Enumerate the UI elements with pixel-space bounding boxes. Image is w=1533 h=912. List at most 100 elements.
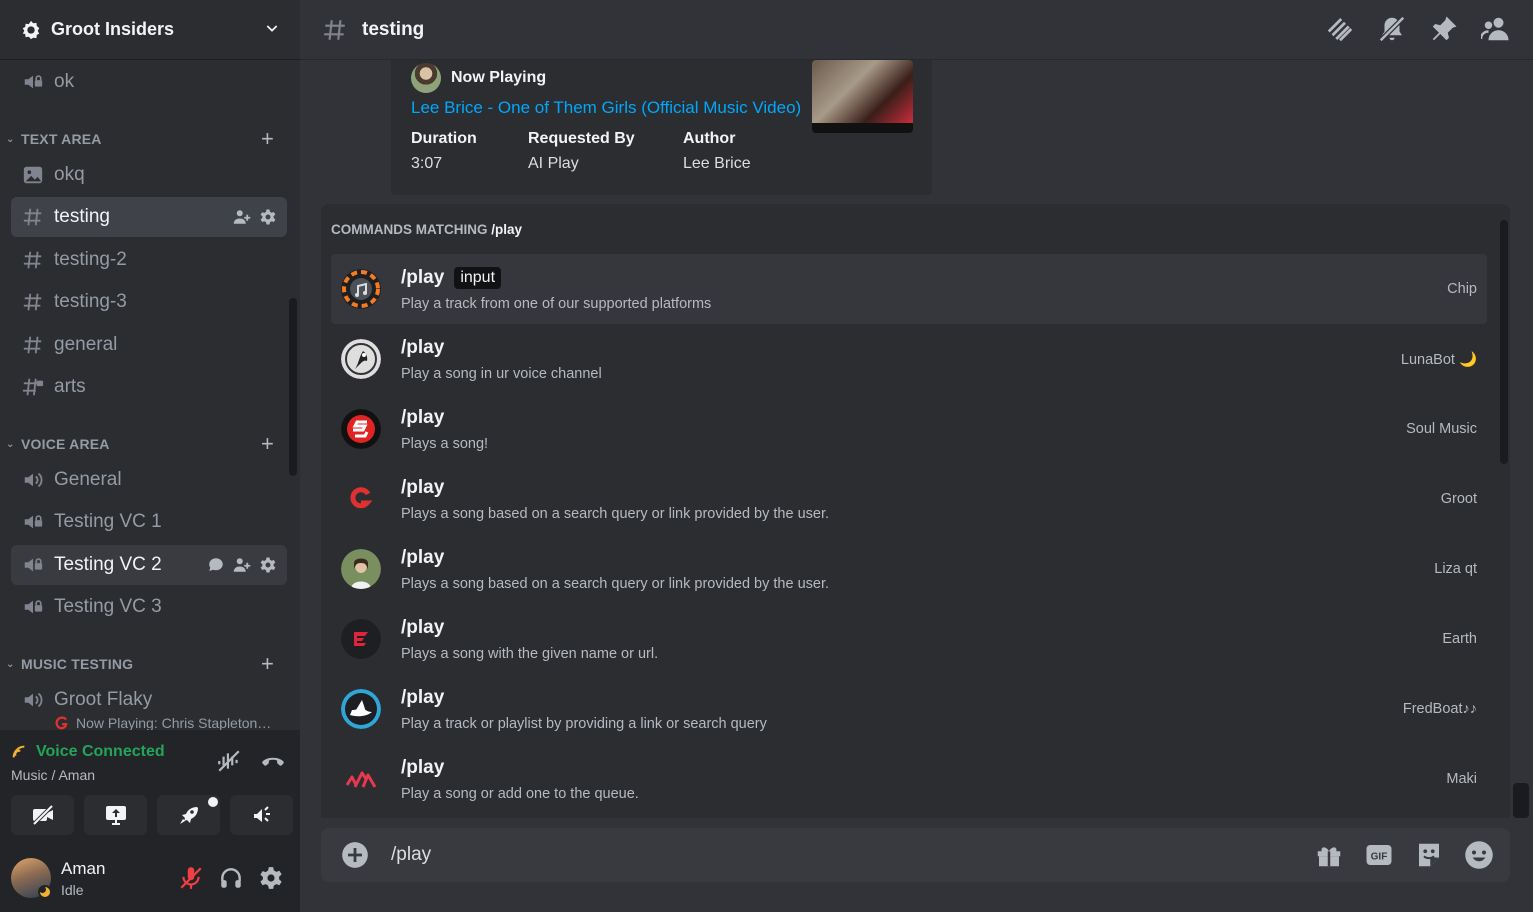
embed-thumbnail[interactable] <box>812 60 913 133</box>
bot-name: Chip <box>1447 281 1477 297</box>
voice-channel-testing-vc-3[interactable]: Testing VC 3 <box>11 587 287 627</box>
field-name: Author <box>683 130 736 147</box>
pin-icon[interactable] <box>1429 14 1459 44</box>
field-name: Requested By <box>528 130 635 147</box>
command-name: /play <box>401 617 445 638</box>
gear-icon[interactable] <box>259 208 277 226</box>
command-name: /play <box>401 337 445 358</box>
voice-connection-panel: Voice Connected Music / Aman <box>0 730 300 845</box>
bot-name: Liza qt <box>1434 561 1477 577</box>
groot-bot-icon <box>55 716 68 730</box>
voice-channel-testing-vc-1[interactable]: Testing VC 1 <box>11 502 287 542</box>
add-channel-icon[interactable]: + <box>261 651 274 677</box>
notifications-muted-icon[interactable] <box>1377 14 1407 44</box>
add-channel-icon[interactable]: + <box>261 431 274 457</box>
command-option[interactable]: /play Plays a song based on a search que… <box>331 534 1487 604</box>
command-option[interactable]: /play Play a song in ur voice channel Lu… <box>331 324 1487 394</box>
sidebar-scrollbar[interactable] <box>289 298 297 476</box>
chat-scrollbar[interactable] <box>1513 783 1529 818</box>
voice-channel-general[interactable]: General <box>11 460 287 500</box>
server-guide-icon <box>22 20 40 39</box>
bot-name: FredBoat♪♪ <box>1402 701 1477 717</box>
disconnect-icon[interactable] <box>260 748 286 774</box>
channel-sidebar: Groot Insiders ok ⌄ TEXT AREA + okq test… <box>0 0 300 912</box>
chip-bot-avatar <box>341 269 381 309</box>
create-invite-icon[interactable] <box>233 556 251 574</box>
category-voice-area[interactable]: ⌄ VOICE AREA + <box>6 431 286 457</box>
threads-icon[interactable] <box>1325 14 1355 44</box>
liza-qt-avatar <box>341 549 381 589</box>
category-music-testing[interactable]: ⌄ MUSIC TESTING + <box>6 651 286 677</box>
voice-channel-testing-vc-2[interactable]: Testing VC 2 <box>11 545 287 585</box>
command-autocomplete: COMMANDS MATCHING /play /play input Play … <box>321 204 1510 818</box>
gear-icon[interactable] <box>259 556 277 574</box>
voice-location[interactable]: Music / Aman <box>11 767 95 783</box>
hash-icon <box>324 19 345 40</box>
gif-icon[interactable]: GIF <box>1364 840 1394 870</box>
sticker-icon[interactable] <box>1414 840 1444 870</box>
voice-status[interactable]: Voice Connected <box>11 743 165 761</box>
gift-icon[interactable] <box>1314 840 1344 870</box>
channel-name: Groot Flaky <box>54 689 153 710</box>
add-channel-icon[interactable]: + <box>261 126 274 152</box>
command-option[interactable]: /play Plays a song based on a search que… <box>331 464 1487 534</box>
channel-name: general <box>54 334 118 355</box>
user-name[interactable]: Aman <box>61 859 105 879</box>
channel-general[interactable]: general <box>11 325 287 365</box>
embed-author: Now Playing <box>411 60 546 96</box>
channel-name: ok <box>54 71 75 92</box>
mic-muted-icon[interactable] <box>178 865 204 891</box>
command-description: Plays a song based on a search query or … <box>401 576 830 592</box>
camera-off-button[interactable] <box>11 795 74 835</box>
server-header[interactable]: Groot Insiders <box>0 0 300 60</box>
rocket-icon <box>179 807 198 824</box>
channel-name: testing-3 <box>54 291 127 312</box>
member-list-icon[interactable] <box>1481 14 1511 44</box>
command-option[interactable]: /play Play a song or add one to the queu… <box>331 744 1487 814</box>
create-invite-icon[interactable] <box>233 208 251 226</box>
embed-title-link[interactable]: Lee Brice - One of Them Girls (Official … <box>411 98 801 118</box>
command-option[interactable]: /play Plays a song! Soul Music <box>331 394 1487 464</box>
bot-name: Earth <box>1442 631 1477 647</box>
category-label: MUSIC TESTING <box>21 656 134 672</box>
noise-suppression-icon[interactable] <box>216 748 242 774</box>
channel-okq[interactable]: okq <box>11 155 287 195</box>
chat-bubble-icon[interactable] <box>207 556 225 574</box>
speaker-icon <box>21 468 45 492</box>
channel-title: testing <box>362 18 425 40</box>
autocomplete-scrollbar[interactable] <box>1500 220 1508 464</box>
groot-bot-avatar <box>341 479 381 519</box>
channel-testing-2[interactable]: testing-2 <box>11 240 287 280</box>
bot-name: Soul Music <box>1406 421 1477 437</box>
command-option[interactable]: /play Plays a song with the given name o… <box>331 604 1487 674</box>
voice-channel-groot-flaky[interactable]: Groot Flaky <box>11 680 287 720</box>
gear-icon[interactable] <box>258 865 284 891</box>
command-description: Play a track from one of our supported p… <box>401 296 712 312</box>
screen-share-button[interactable] <box>84 795 147 835</box>
category-text-area[interactable]: ⌄ TEXT AREA + <box>6 126 286 152</box>
command-option[interactable]: /play input Play a track from one of our … <box>331 254 1487 324</box>
activities-button[interactable] <box>157 795 220 835</box>
autocomplete-header: COMMANDS MATCHING /play <box>331 222 522 237</box>
command-description: Plays a song with the given name or url. <box>401 646 659 662</box>
camera-off-icon <box>32 804 53 826</box>
soundboard-icon <box>253 806 270 822</box>
soundboard-button[interactable] <box>230 795 293 835</box>
embed-author-avatar <box>411 63 441 93</box>
voice-channel-ok[interactable]: ok <box>11 62 287 102</box>
bot-name: Maki <box>1446 771 1477 787</box>
headphones-icon[interactable] <box>218 865 244 891</box>
header-label: COMMANDS MATCHING <box>331 222 488 237</box>
command-name: /play <box>401 407 445 428</box>
channel-name: testing <box>54 206 110 227</box>
header-query: /play <box>491 222 523 237</box>
channel-header: testing <box>300 0 1533 60</box>
channel-testing[interactable]: testing <box>11 197 287 237</box>
command-option[interactable]: /play Play a track or playlist by provid… <box>331 674 1487 744</box>
channel-arts[interactable]: arts <box>11 367 287 407</box>
chevron-down-icon[interactable] <box>264 20 280 39</box>
channel-testing-3[interactable]: testing-3 <box>11 282 287 322</box>
emoji-icon[interactable] <box>1464 840 1494 870</box>
add-attachment-icon[interactable] <box>341 841 369 869</box>
message-input[interactable] <box>391 838 1291 872</box>
